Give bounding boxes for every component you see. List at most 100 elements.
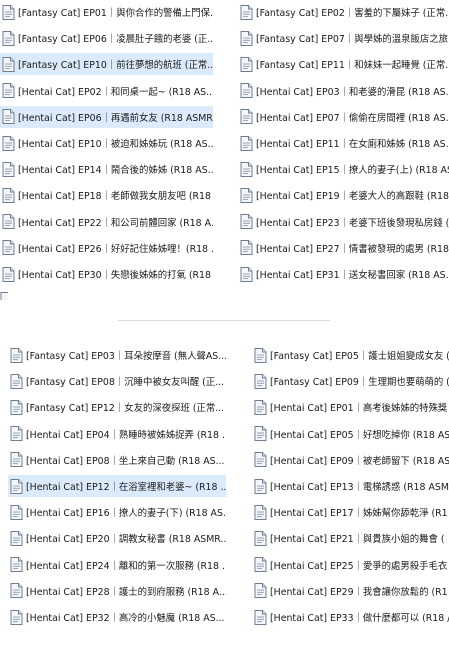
file-item[interactable]: [Hentai Cat] EP09｜被老師留下 (R18 AS — [252, 449, 449, 471]
file-item[interactable]: [Hentai Cat] EP23｜老婆下班後發現私房錢 (... — [238, 211, 449, 233]
file-item[interactable]: [Hentai Cat] EP28｜護士的到府服務 (R18 A... — [8, 580, 226, 602]
file-name: [Hentai Cat] EP10｜被迫和姊姊玩 (R18 AS... — [18, 139, 213, 150]
file-name: [Fantasy Cat] EP03｜耳朵按摩音 (無人聲AS... — [26, 351, 226, 362]
file-item[interactable]: [Hentai Cat] EP03｜和老婆的滑昆 (R18 AS... — [238, 80, 449, 102]
file-item[interactable]: [Hentai Cat] EP26｜好好記住姊姊哩！(R18 ... — [0, 237, 213, 259]
file-item[interactable]: [Hentai Cat] EP07｜偷偷在房間裡 (R18 AS... — [238, 106, 449, 128]
file-name: [Hentai Cat] EP18｜老師做我女朋友吧 (R18 ... — [18, 191, 213, 203]
file-item[interactable]: [Hentai Cat] EP32｜高冷的小魅魔 (R18 AS... — [8, 606, 226, 628]
file-name: [Hentai Cat] EP19｜老婆大人的高跟鞋 (R18 ... — [256, 191, 449, 203]
file-item[interactable]: [Hentai Cat] EP19｜老婆大人的高跟鞋 (R18 ... — [238, 184, 449, 206]
file-item[interactable]: [Hentai Cat] EP15｜撩人的妻子(上) (R18 AS... — [238, 158, 449, 180]
text-document-icon — [10, 609, 23, 625]
text-document-icon — [2, 240, 15, 256]
file-name: [Hentai Cat] EP04｜熟睡時被姊姊捉弄 (R18 ... — [26, 429, 226, 441]
text-document-icon — [254, 399, 267, 415]
file-item[interactable]: [Hentai Cat] EP02｜和同桌一起~ (R18 AS... — [0, 80, 213, 102]
text-document-icon — [254, 583, 267, 599]
file-name: [Hentai Cat] EP13｜電梯誘惑 (R18 ASM — [270, 482, 449, 493]
file-name: [Hentai Cat] EP30｜失戀後姊姊的打氣 (R18 ... — [18, 270, 213, 281]
file-item[interactable]: [Hentai Cat] EP30｜失戀後姊姊的打氣 (R18 ... — [0, 263, 213, 285]
file-item[interactable]: [Hentai Cat] EP06｜再遇前女友 (R18 ASMR... — [0, 105, 213, 128]
file-item[interactable]: [Fantasy Cat] EP05｜護士姐姐變成女友 ( — [252, 344, 449, 366]
file-item[interactable]: [Fantasy Cat] EP07｜與學姊的溫泉飯店之旅 ... — [238, 27, 449, 49]
file-name: [Hentai Cat] EP07｜偷偷在房間裡 (R18 AS... — [256, 112, 449, 124]
file-item[interactable]: [Fantasy Cat] EP11｜和妹妹一起睡覺 (正常... — [238, 53, 449, 75]
file-name: [Fantasy Cat] EP09｜生理期也要萌萌的 ( — [270, 377, 449, 389]
file-item[interactable]: [Hentai Cat] EP05｜好想吃掉你 (R18 AS — [252, 423, 449, 445]
file-name: [Hentai Cat] EP08｜坐上來自己動 (R18 AS... — [26, 455, 225, 467]
text-document-icon — [240, 187, 253, 203]
file-name: [Fantasy Cat] EP05｜護士姐姐變成女友 ( — [270, 351, 449, 362]
file-item[interactable]: [Hentai Cat] EP21｜與貴族小姐的舞會 ( — [252, 527, 449, 549]
file-item[interactable]: [Hentai Cat] EP33｜做什麼都可以 (R18 / — [252, 606, 449, 628]
text-document-icon — [10, 583, 23, 599]
text-document-icon — [254, 530, 267, 546]
text-document-icon — [0, 292, 8, 300]
file-name: [Hentai Cat] EP16｜撩人的妻子(下) (R18 AS... — [26, 508, 226, 520]
file-item[interactable]: [Fantasy Cat] EP08｜沉睡中被女友叫醒 (正... — [8, 370, 226, 392]
text-document-icon — [10, 478, 23, 494]
file-name: [Hentai Cat] EP03｜和老婆的滑昆 (R18 AS... — [256, 86, 449, 98]
file-name: [Hentai Cat] EP28｜護士的到府服務 (R18 A... — [26, 586, 226, 598]
text-document-icon — [240, 83, 253, 99]
file-item[interactable]: [Hentai Cat] EP11｜在女廁和姊姊 (R18 AS... — [238, 132, 449, 154]
text-document-icon — [10, 452, 23, 468]
file-name: [Hentai Cat] EP02｜和同桌一起~ (R18 AS... — [18, 86, 213, 98]
file-item[interactable]: [Hentai Cat] EP13｜電梯誘惑 (R18 ASM — [252, 475, 449, 497]
file-name: [Hentai Cat] EP32｜高冷的小魅魔 (R18 AS... — [26, 613, 225, 624]
text-document-icon — [240, 161, 253, 177]
file-item[interactable]: [Hentai Cat] EP22｜和公司前體回家 (R18 A... — [0, 211, 213, 233]
file-item[interactable]: [Fantasy Cat] EP02｜害羞的下屬妹子 (正常... — [238, 1, 449, 23]
file-name: [Hentai Cat] EP24｜離和的第一次服務 (R18 ... — [26, 560, 226, 572]
text-document-icon — [254, 373, 267, 389]
text-document-icon — [10, 504, 23, 520]
file-name: [Hentai Cat] EP01｜高考後姊姊的特殊獎 — [270, 403, 448, 415]
file-item[interactable]: [Hentai Cat] EP16｜撩人的妻子(下) (R18 AS... — [8, 501, 226, 523]
file-list-top: [Fantasy Cat] EP01｜與你合作的警備上門保... [Fantasy… — [0, 0, 449, 300]
file-item[interactable]: [Hentai Cat] EP27｜情書被發現的處男 (R18 ... — [238, 237, 449, 259]
file-item[interactable]: [Hentai Cat] EP17｜姊姊幫你舔乾淨 (R1 — [252, 501, 449, 523]
text-document-icon — [2, 161, 15, 177]
file-name: [Fantasy Cat] EP02｜害羞的下屬妹子 (正常... — [256, 8, 449, 19]
text-document-icon — [240, 214, 253, 230]
text-document-icon — [254, 426, 267, 442]
file-item[interactable]: [Hentai Cat] EP25｜愛爭的處男殺手毛衣 — [252, 554, 449, 576]
file-item[interactable]: [Fantasy Cat] EP09｜生理期也要萌萌的 ( — [252, 370, 449, 392]
file-item[interactable]: [Hentai Cat] EP18｜老師做我女朋友吧 (R18 ... — [0, 184, 213, 206]
file-item[interactable]: [Hentai Cat] EP04｜熟睡時被姊姊捉弄 (R18 ... — [8, 423, 226, 445]
file-item[interactable]: [Hentai Cat] EP12｜在浴室裡和老婆~ (R18 ... — [8, 475, 226, 497]
text-document-icon — [240, 135, 253, 151]
file-item[interactable]: [Hentai Cat] EP01｜高考後姊姊的特殊獎 — [252, 396, 449, 418]
file-name: [Hentai Cat] EP05｜好想吃掉你 (R18 AS — [270, 429, 449, 441]
text-document-icon — [10, 373, 23, 389]
text-document-icon — [240, 109, 253, 125]
text-document-icon — [2, 56, 15, 72]
text-document-icon — [240, 240, 253, 256]
text-document-icon — [2, 187, 15, 203]
text-document-icon — [240, 30, 253, 46]
file-item[interactable]: [Hentai Cat] EP24｜離和的第一次服務 (R18 ... — [8, 554, 226, 576]
text-document-icon — [240, 4, 253, 20]
text-document-icon — [254, 504, 267, 520]
file-item[interactable]: [Hentai Cat] EP08｜坐上來自己動 (R18 AS... — [8, 449, 226, 471]
file-item[interactable]: [Hentai Cat] EP10｜被迫和姊姊玩 (R18 AS... — [0, 132, 213, 154]
text-document-icon — [254, 478, 267, 494]
file-item[interactable]: [Hentai Cat] EP20｜調教女秘書 (R18 ASMR... — [8, 527, 226, 549]
file-item[interactable]: [Fantasy Cat] EP06｜凌晨肚子餓的老婆 (正... — [0, 27, 213, 49]
file-item[interactable]: [Fantasy Cat] EP03｜耳朵按摩音 (無人聲AS... — [8, 344, 226, 366]
text-document-icon — [2, 83, 15, 99]
file-item[interactable]: [Hentai Cat] EP29｜我會讓你放鬆的 (R1 — [252, 580, 449, 602]
text-document-icon — [240, 56, 253, 72]
file-name: [Hentai Cat] EP23｜老婆下班後發現私房錢 (... — [256, 217, 449, 229]
file-item[interactable]: [Fantasy Cat] EP12｜女友的深夜探班 (正常... — [8, 396, 226, 418]
text-document-icon — [254, 347, 267, 363]
file-item[interactable]: [Hentai Cat] EP31｜送女秘書回家 (R18 AS... — [238, 263, 449, 285]
file-name: [Fantasy Cat] EP10｜前往夢想的航班 (正常... — [18, 60, 213, 72]
file-item[interactable]: [Fantasy Cat] EP10｜前往夢想的航班 (正常... — [0, 53, 213, 76]
file-name: [Hentai Cat] EP31｜送女秘書回家 (R18 AS... — [256, 270, 449, 281]
text-document-icon — [10, 530, 23, 546]
file-item[interactable]: [Hentai Cat] EP14｜鬧合後的姊姊 (R18 AS... — [0, 158, 213, 180]
file-name: [Fantasy Cat] EP07｜與學姊的溫泉飯店之旅 ... — [256, 34, 449, 46]
file-item[interactable]: [Fantasy Cat] EP01｜與你合作的警備上門保... — [0, 1, 213, 23]
